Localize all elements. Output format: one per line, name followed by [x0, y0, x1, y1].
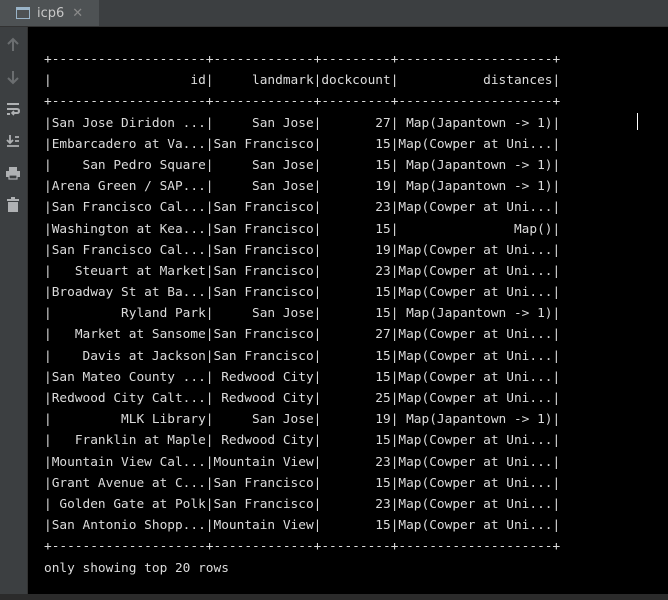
- tab-icp6[interactable]: icp6 ✕: [0, 0, 99, 26]
- console-line: | id| landmark|dockcount| distances|: [44, 73, 561, 89]
- scroll-to-end-icon[interactable]: [3, 131, 23, 151]
- console-line: only showing top 20 rows: [44, 560, 229, 576]
- print-icon[interactable]: [3, 163, 23, 183]
- console-line: +--------------------+-------------+----…: [44, 94, 561, 110]
- console-toolbar: [0, 27, 28, 594]
- console-line: |San Mateo County ...| Redwood City| 15|…: [44, 369, 561, 385]
- up-arrow-icon[interactable]: [3, 35, 23, 55]
- console-line: |Grant Avenue at C...|San Francisco| 15|…: [44, 475, 561, 491]
- console-line: |Embarcadero at Va...|San Francisco| 15|…: [44, 136, 561, 152]
- console-line: | San Pedro Square| San Jose| 15| Map(Ja…: [44, 157, 561, 173]
- tab-bar: icp6 ✕: [0, 0, 668, 27]
- soft-wrap-icon[interactable]: [3, 99, 23, 119]
- tab-label: icp6: [37, 5, 65, 21]
- console-output: +--------------------+-------------+----…: [44, 49, 560, 600]
- trash-icon[interactable]: [3, 195, 23, 215]
- console-line: | Franklin at Maple| Redwood City| 15|Ma…: [44, 433, 561, 449]
- console-line: |Washington at Kea...|San Francisco| 15|…: [44, 221, 561, 237]
- console-window-icon: [16, 7, 30, 19]
- close-icon[interactable]: ✕: [72, 7, 83, 20]
- console-line: |San Jose Diridon ...| San Jose| 27| Map…: [44, 115, 561, 131]
- console-line: | Ryland Park| San Jose| 15| Map(Japanto…: [44, 306, 561, 322]
- console-line: |San Antonio Shopp...|Mountain View| 15|…: [44, 518, 561, 534]
- console-line: +--------------------+-------------+----…: [44, 52, 561, 67]
- console-line: | MLK Library| San Jose| 19| Map(Japanto…: [44, 412, 561, 428]
- down-arrow-icon[interactable]: [3, 67, 23, 87]
- console-line: |Mountain View Cal...|Mountain View| 23|…: [44, 454, 561, 470]
- console-line: |Broadway St at Ba...|San Francisco| 15|…: [44, 285, 561, 301]
- console-line: | Davis at Jackson|San Francisco| 15|Map…: [44, 348, 561, 364]
- console-line: | Market at Sansome|San Francisco| 27|Ma…: [44, 327, 561, 343]
- console-output-area[interactable]: +--------------------+-------------+----…: [28, 27, 668, 594]
- console-line: |San Francisco Cal...|San Francisco| 19|…: [44, 242, 561, 258]
- console-line: |Redwood City Calt...| Redwood City| 25|…: [44, 391, 561, 406]
- text-cursor: [637, 113, 638, 130]
- console-line: |Arena Green / SAP...| San Jose| 19| Map…: [44, 179, 561, 195]
- console-line: | Steuart at Market|San Francisco| 23|Ma…: [44, 263, 561, 279]
- console-line: | Golden Gate at Polk|San Francisco| 23|…: [44, 496, 561, 512]
- console-line: +--------------------+-------------+----…: [44, 539, 561, 555]
- console-line: |San Francisco Cal...|San Francisco| 23|…: [44, 200, 561, 216]
